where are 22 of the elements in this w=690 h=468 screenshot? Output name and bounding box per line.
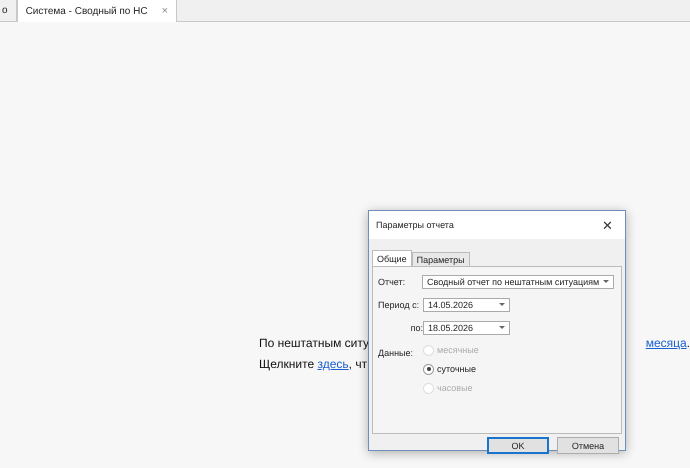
message-text: По нештатным ситу	[259, 336, 369, 350]
data-label: Данные:	[378, 347, 414, 360]
message-text: Щелкните	[259, 356, 316, 370]
period-from-label: Период с:	[378, 300, 420, 310]
report-dropdown[interactable]: Сводный отчет по нештатным ситуациям	[422, 274, 614, 288]
date-from-field[interactable]: 14.05.2026	[423, 298, 510, 312]
ok-button[interactable]: OK	[487, 437, 549, 454]
close-icon[interactable]: ×	[162, 5, 168, 17]
radio-option[interactable]: суточные	[423, 363, 479, 375]
month-link[interactable]: месяца	[646, 336, 687, 350]
report-label: Отчет:	[378, 276, 406, 286]
dialog-tab[interactable]: Общие	[372, 250, 412, 266]
dialog-title: Параметры отчета	[376, 220, 454, 230]
period-to-label: по:	[410, 322, 423, 332]
dialog-tab[interactable]: Параметры	[412, 252, 470, 266]
message-text: , чт	[348, 356, 368, 370]
here-link[interactable]: здесь	[317, 356, 349, 370]
document-tab[interactable]: Система - Сводный по НС ×	[16, 0, 178, 22]
message-text: .	[686, 336, 690, 350]
date-to-field[interactable]: 18.05.2026	[423, 320, 510, 334]
cancel-button[interactable]: Отмена	[557, 437, 619, 454]
close-icon[interactable]: ✕	[602, 218, 613, 232]
